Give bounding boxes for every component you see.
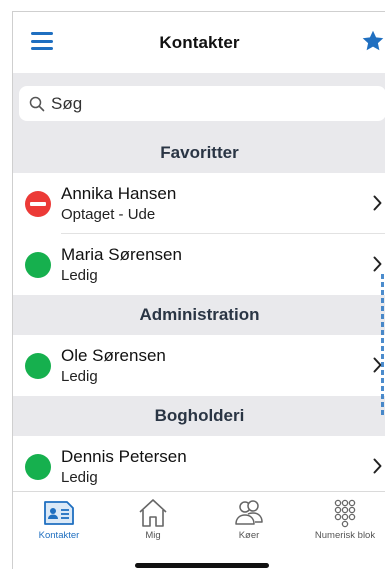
tab-label: Køer (238, 530, 260, 541)
search-input[interactable] (51, 93, 351, 114)
available-status-icon (25, 252, 51, 278)
star-favorites-icon[interactable] (360, 29, 385, 53)
tab-label: Numerisk blok (314, 530, 376, 541)
contact-status: Ledig (61, 368, 98, 385)
search-icon (29, 96, 45, 111)
hamburger-menu-icon[interactable] (31, 32, 53, 50)
available-status-icon (25, 454, 51, 480)
contact-name: Dennis Petersen (61, 447, 187, 466)
contact-name: Annika Hansen (61, 184, 177, 203)
bottom-tab-bar: Kontakter Mig Køer Numerisk blok (13, 491, 385, 569)
contact-row-maria-sorensen[interactable]: Maria Sørensen Ledig (13, 234, 385, 295)
page-title: Kontakter (159, 32, 240, 52)
contact-card-icon (44, 501, 74, 525)
tab-mig[interactable]: Mig (111, 498, 195, 546)
contact-name: Ole Sørensen (61, 346, 166, 365)
app-screen: Kontakter Favoritter Annika Hansen Optag… (12, 11, 385, 569)
home-indicator (135, 563, 269, 568)
section-header-favoritter: Favoritter (13, 133, 385, 173)
home-icon (139, 499, 167, 527)
contact-row-dennis-petersen[interactable]: Dennis Petersen Ledig (13, 436, 385, 497)
section-header-administration: Administration (13, 295, 385, 335)
tab-kontakter[interactable]: Kontakter (17, 498, 101, 546)
alphabet-index-scrollbar[interactable] (381, 274, 385, 424)
tab-label: Mig (145, 530, 161, 541)
contact-status: Ledig (61, 267, 98, 284)
tab-numerisk-blok[interactable]: Numerisk blok (303, 498, 385, 546)
contact-status: Optaget - Ude (61, 206, 156, 223)
tab-label: Kontakter (38, 530, 80, 541)
busy-status-icon (25, 191, 51, 217)
keypad-icon (334, 499, 356, 528)
chevron-right-icon (373, 458, 382, 474)
tab-koer[interactable]: Køer (207, 498, 291, 546)
search-box[interactable] (19, 86, 385, 121)
contact-row-ole-sorensen[interactable]: Ole Sørensen Ledig (13, 335, 385, 396)
chevron-right-icon (373, 256, 382, 272)
navigation-bar: Kontakter (13, 12, 385, 73)
chevron-right-icon (373, 195, 382, 211)
contact-status: Ledig (61, 469, 98, 486)
search-area (13, 73, 385, 133)
section-header-bogholderi: Bogholderi (13, 396, 385, 436)
contact-row-annika-hansen[interactable]: Annika Hansen Optaget - Ude (13, 173, 385, 234)
contact-name: Maria Sørensen (61, 245, 182, 264)
queue-people-icon (235, 500, 263, 525)
available-status-icon (25, 353, 51, 379)
